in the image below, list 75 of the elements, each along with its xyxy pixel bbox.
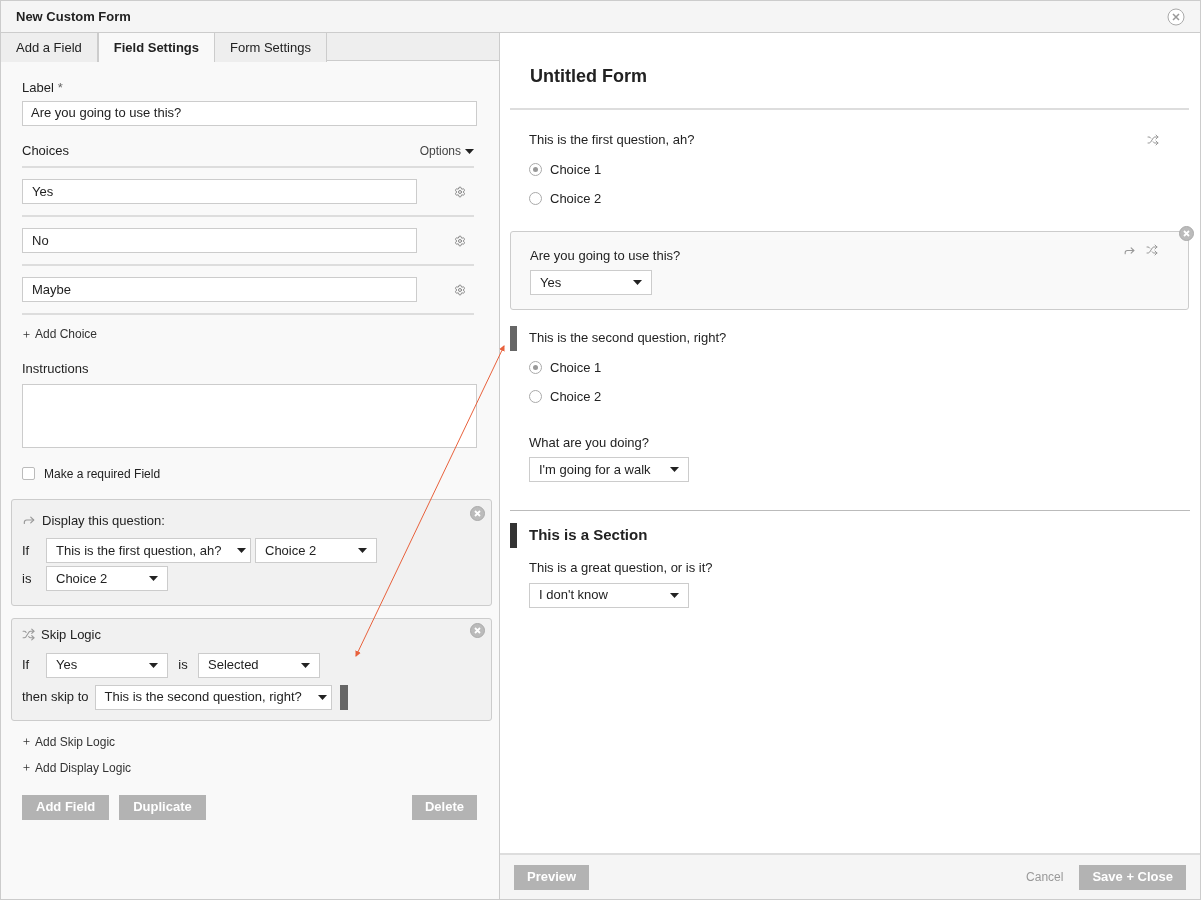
radio-button[interactable] <box>529 162 542 176</box>
dropdown[interactable]: Yes <box>530 270 652 295</box>
caret-icon <box>149 576 158 581</box>
close-icon[interactable] <box>470 623 485 638</box>
caret-icon <box>358 548 367 553</box>
plus-icon <box>22 763 31 772</box>
panel-title: Skip Logic <box>41 626 101 644</box>
choice-input[interactable]: No <box>22 228 417 253</box>
dropdown[interactable]: Selected <box>198 652 320 678</box>
shuffle-icon[interactable] <box>1146 244 1158 256</box>
caret-icon <box>317 694 327 700</box>
radio-label: Choice 1 <box>550 160 602 179</box>
gear-icon[interactable] <box>454 283 466 296</box>
caret-icon <box>633 280 642 285</box>
condition-label: is <box>177 656 189 675</box>
question-label: This is a great question, or is it? <box>529 559 713 577</box>
close-icon[interactable] <box>470 505 485 521</box>
instructions-heading: Instructions <box>22 360 90 378</box>
condition-label: If <box>22 656 31 675</box>
caret-icon <box>237 548 247 553</box>
choice-input[interactable]: Yes <box>22 179 417 204</box>
shuffle-icon <box>22 628 35 642</box>
dropdown[interactable]: I'm going for a walk <box>529 457 689 482</box>
checkbox[interactable] <box>22 467 35 480</box>
label-input[interactable]: Are you going to use this? <box>22 100 477 126</box>
dropdown[interactable]: This is the second question, right? <box>94 684 332 710</box>
field-label: Label <box>22 79 54 97</box>
tab[interactable]: Form Settings <box>215 33 327 62</box>
section-title: This is a Section <box>529 525 648 546</box>
radio-label: Choice 2 <box>550 388 602 406</box>
plus-icon <box>22 737 31 746</box>
instructions-field[interactable] <box>22 383 477 448</box>
close-icon[interactable] <box>1179 225 1194 241</box>
dropdown[interactable]: Choice 2 <box>255 538 377 563</box>
condition-label: is <box>22 569 33 588</box>
shuffle-icon[interactable] <box>1147 134 1159 146</box>
question-label: This is the second question, right? <box>529 329 727 347</box>
question-label: What are you doing? <box>529 433 649 452</box>
radio-button[interactable] <box>529 192 542 206</box>
add-logic-link[interactable]: Add Skip Logic <box>22 732 116 751</box>
section-marker <box>510 523 517 548</box>
radio-label: Choice 2 <box>550 190 602 208</box>
caret-icon <box>670 467 679 472</box>
caret-icon <box>301 662 310 668</box>
caret-icon <box>149 662 158 668</box>
window-title: New Custom Form <box>16 7 131 26</box>
tab[interactable]: Field Settings <box>97 33 215 62</box>
options-menu[interactable]: Options <box>419 142 474 160</box>
radio-label: Choice 1 <box>550 358 602 377</box>
radio-button[interactable] <box>529 390 542 404</box>
question-label: This is the first question, ah? <box>529 131 695 149</box>
add-logic-link[interactable]: Add Display Logic <box>22 758 132 777</box>
skip-target-marker <box>339 684 348 710</box>
add-choice-link[interactable]: Add Choice <box>22 325 98 343</box>
choices-heading: Choices <box>22 141 69 160</box>
caret-icon <box>465 148 474 154</box>
dropdown[interactable]: I don't know <box>529 582 689 608</box>
gear-icon[interactable] <box>454 185 466 198</box>
caret-icon <box>670 592 679 598</box>
condition-label: If <box>22 541 31 560</box>
gear-icon[interactable] <box>454 234 466 247</box>
question-label: Are you going to use this? <box>530 246 681 265</box>
condition-label: then skip to <box>22 688 89 707</box>
radio-button[interactable] <box>529 360 542 374</box>
dropdown[interactable]: Choice 2 <box>46 566 168 591</box>
dropdown[interactable]: This is the first question, ah? <box>46 538 251 563</box>
tab[interactable]: Add a Field <box>1 33 98 62</box>
checkbox-label: Make a required Field <box>44 465 161 483</box>
choice-input[interactable]: Maybe <box>22 277 417 302</box>
close-icon[interactable] <box>1167 7 1185 26</box>
dropdown[interactable]: Yes <box>46 652 168 678</box>
form-title: Untitled Form <box>530 66 647 86</box>
required-mark: * <box>57 79 63 97</box>
plus-icon <box>22 329 31 339</box>
panel-title: Display this question: <box>42 511 165 530</box>
